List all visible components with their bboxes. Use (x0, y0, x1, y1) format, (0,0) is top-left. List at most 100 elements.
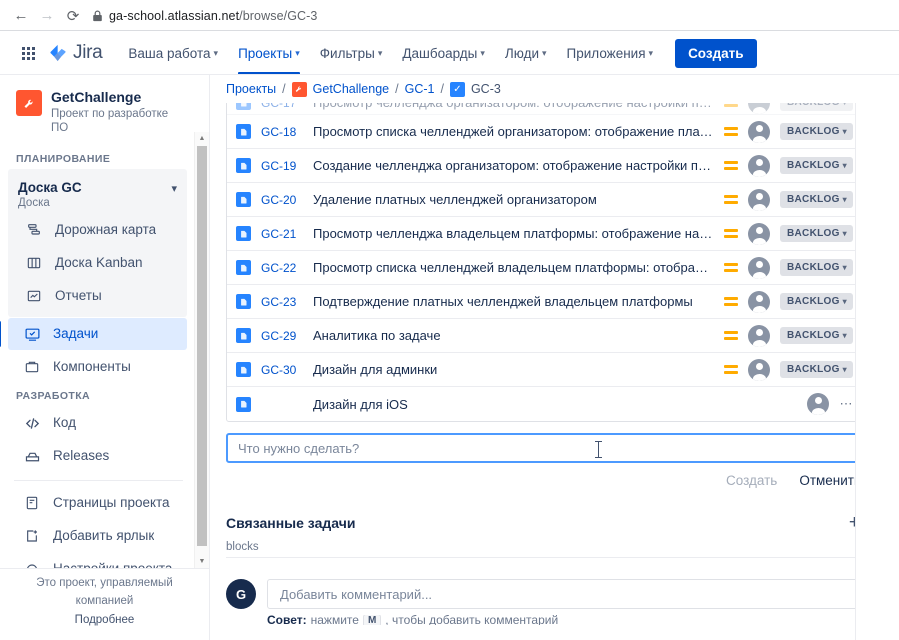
table-row[interactable]: GC-30 Дизайн для админки BACKLOG▾ (227, 353, 863, 387)
status-badge[interactable]: BACKLOG▾ (780, 157, 853, 174)
issue-summary[interactable]: Просмотр челленджа владельцем платформы:… (313, 226, 723, 241)
topnav-item-projects[interactable]: Проекты ▾ (228, 32, 310, 75)
row-more-options-icon[interactable]: ⋯ (839, 396, 853, 412)
issue-key[interactable]: GC-17 (261, 103, 313, 110)
status-badge[interactable]: BACKLOG▾ (780, 293, 853, 310)
scroll-up-arrow-icon[interactable]: ▲ (195, 132, 209, 145)
issue-summary[interactable]: Просмотр списка челленджей владельцем пл… (313, 260, 723, 275)
inline-create-field[interactable] (226, 433, 864, 463)
issue-summary[interactable]: Просмотр челленджа организатором: отобра… (313, 103, 723, 110)
issue-summary[interactable]: Удаление платных челленджей организаторо… (313, 192, 723, 207)
address-bar[interactable]: ga-school.atlassian.net/browse/GC-3 (92, 4, 891, 28)
unassigned-avatar-icon[interactable] (748, 155, 770, 177)
unassigned-avatar-icon[interactable] (748, 223, 770, 245)
topnav-item-your-work[interactable]: Ваша работа ▾ (118, 32, 228, 75)
sidebar-item-project-pages[interactable]: Страницы проекта (8, 487, 187, 519)
topnav-item-people[interactable]: Люди ▾ (495, 32, 557, 75)
reload-icon[interactable]: ⟳ (60, 3, 86, 29)
issue-key[interactable]: GC-22 (261, 261, 313, 275)
sidebar-scrollbar-thumb[interactable] (197, 146, 207, 546)
breadcrumb-project[interactable]: GetChallenge (313, 82, 389, 96)
sidebar-item-roadmap[interactable]: Дорожная карта (10, 214, 181, 246)
jira-logo[interactable]: Jira (48, 42, 102, 64)
issue-key[interactable]: GC-19 (261, 159, 313, 173)
table-row[interactable]: GC-22 Просмотр списка челленджей владель… (227, 251, 863, 285)
sidebar-item-add-shortcut[interactable]: Добавить ярлык (8, 520, 187, 552)
status-badge[interactable]: BACKLOG▾ (780, 327, 853, 344)
chevron-down-icon: ▾ (378, 48, 383, 59)
unassigned-avatar-icon[interactable] (748, 325, 770, 347)
issue-summary[interactable]: Дизайн для iOS (313, 397, 807, 412)
issue-summary[interactable]: Дизайн для админки (313, 362, 723, 377)
create-button[interactable]: Создать (675, 39, 757, 68)
issue-key[interactable]: GC-23 (261, 295, 313, 309)
sidebar-item-issues[interactable]: Задачи (8, 318, 187, 350)
sidebar-item-code[interactable]: Код (8, 407, 187, 439)
issue-key[interactable]: GC-29 (261, 329, 313, 343)
status-badge[interactable]: BACKLOG▾ (780, 259, 853, 276)
unassigned-avatar-icon[interactable] (748, 121, 770, 143)
chevron-down-icon[interactable]: ▾ (171, 179, 177, 195)
sidebar-item-components[interactable]: Компоненты (8, 351, 187, 383)
chevron-down-icon: ▾ (843, 195, 847, 204)
table-row[interactable]: GC-20 Удаление платных челленджей органи… (227, 183, 863, 217)
sidebar-scrollbar[interactable]: ▲ ▼ (194, 132, 209, 568)
breadcrumb-parent-issue[interactable]: GC-1 (405, 82, 435, 96)
table-row[interactable]: GC-17 Просмотр челленджа организатором: … (227, 103, 863, 115)
sidebar-item-reports[interactable]: Отчеты (10, 280, 181, 312)
sidebar-board-header[interactable]: Доска GC Доска ▾ (8, 175, 187, 213)
table-row[interactable]: GC-23 Подтверждение платных челленджей в… (227, 285, 863, 319)
table-row[interactable]: GC-29 Аналитика по задаче BACKLOG▾ (227, 319, 863, 353)
topnav-item-apps[interactable]: Приложения ▾ (557, 32, 664, 75)
chevron-down-icon: ▾ (649, 48, 654, 59)
status-badge[interactable]: BACKLOG▾ (780, 103, 853, 111)
unassigned-avatar-icon[interactable] (807, 393, 829, 415)
project-sidebar: GetChallenge Проект по разработке ПО ПЛА… (0, 75, 210, 640)
inline-create-cancel-button[interactable]: Отменить (799, 473, 861, 488)
status-badge[interactable]: BACKLOG▾ (780, 361, 853, 378)
inline-create-input[interactable] (238, 441, 852, 456)
unassigned-avatar-icon[interactable] (748, 291, 770, 313)
unassigned-avatar-icon[interactable] (748, 103, 770, 114)
status-badge[interactable]: BACKLOG▾ (780, 225, 853, 242)
issue-key[interactable]: GC-21 (261, 227, 313, 241)
issue-summary[interactable]: Создание челленджа организатором: отобра… (313, 158, 723, 173)
table-row-new-issue[interactable]: Дизайн для iOS ⋯ (227, 387, 863, 421)
topnav-item-dashboards[interactable]: Дашбоарды ▾ (392, 32, 495, 75)
unassigned-avatar-icon[interactable] (748, 257, 770, 279)
board-icon (24, 253, 44, 273)
sidebar-item-kanban-board[interactable]: Доска Kanban (10, 247, 181, 279)
topnav-item-filters[interactable]: Фильтры ▾ (310, 32, 393, 75)
breadcrumb-current-issue[interactable]: GC-3 (471, 82, 501, 96)
link-type-label: blocks (226, 541, 864, 558)
unassigned-avatar-icon[interactable] (748, 359, 770, 381)
sidebar-project-header[interactable]: GetChallenge Проект по разработке ПО (0, 75, 193, 147)
table-row[interactable]: GC-18 Просмотр списка челленджей организ… (227, 115, 863, 149)
breadcrumb-projects[interactable]: Проекты (226, 82, 276, 96)
inline-create-submit-button[interactable]: Создать (726, 473, 777, 488)
forward-arrow-icon[interactable]: → (34, 3, 60, 29)
medium-priority-icon (723, 229, 739, 238)
issue-summary[interactable]: Просмотр списка челленджей организатором… (313, 124, 723, 139)
issue-key[interactable]: GC-18 (261, 125, 313, 139)
sidebar-item-project-settings[interactable]: Настройки проекта (8, 553, 187, 568)
chevron-down-icon: ▾ (843, 331, 847, 340)
status-badge[interactable]: BACKLOG▾ (780, 123, 853, 140)
status-badge[interactable]: BACKLOG▾ (780, 191, 853, 208)
issue-summary[interactable]: Подтверждение платных челленджей владель… (313, 294, 723, 309)
unassigned-avatar-icon[interactable] (748, 189, 770, 211)
chevron-down-icon: ▾ (843, 365, 847, 374)
issue-summary[interactable]: Аналитика по задаче (313, 328, 723, 343)
table-row[interactable]: GC-19 Создание челленджа организатором: … (227, 149, 863, 183)
comment-input[interactable]: Добавить комментарий... (267, 579, 864, 609)
sidebar-item-releases[interactable]: Releases (8, 440, 187, 472)
back-arrow-icon[interactable]: ← (8, 3, 34, 29)
text-cursor-icon (598, 441, 599, 458)
avatar[interactable]: G (226, 579, 256, 609)
scroll-down-arrow-icon[interactable]: ▼ (195, 555, 209, 568)
issue-key[interactable]: GC-30 (261, 363, 313, 377)
issue-key[interactable]: GC-20 (261, 193, 313, 207)
app-switcher-icon[interactable] (16, 41, 40, 65)
sidebar-footer-link[interactable]: Подробнее (8, 610, 201, 630)
table-row[interactable]: GC-21 Просмотр челленджа владельцем плат… (227, 217, 863, 251)
